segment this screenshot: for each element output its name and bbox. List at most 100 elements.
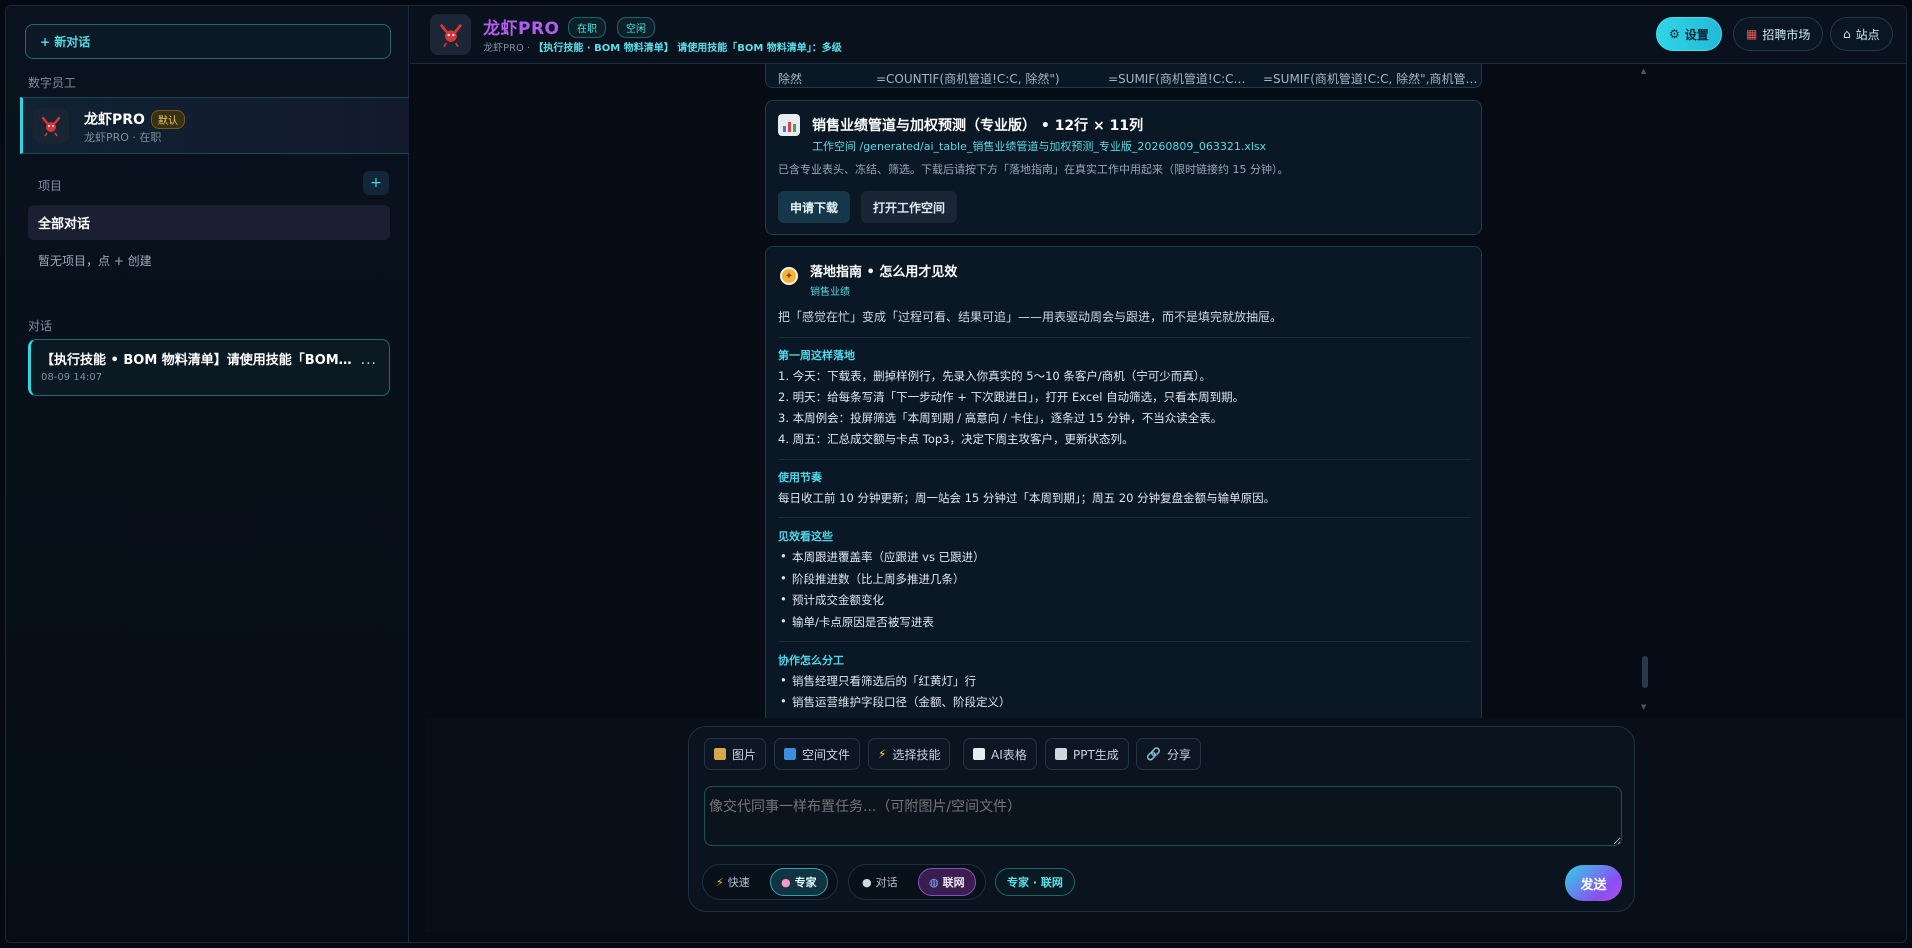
section-heading: 见效看这些 [778, 530, 833, 543]
agent-title: 龙虾PRO [483, 19, 560, 39]
mode-summary-chip: 专家 · 联网 [995, 868, 1075, 896]
request-download-button[interactable]: 申请下载 [778, 191, 851, 223]
bolt-icon: ⚡ [716, 875, 724, 889]
send-button[interactable]: 发送 [1565, 865, 1622, 901]
file-title: 销售业绩管道与加权预测（专业版） • 12行 × 11列 [812, 118, 1144, 134]
tool-label: 选择技能 [892, 747, 941, 762]
web-mode-option[interactable]: ◍ 联网 [918, 868, 976, 896]
employee-name: 龙虾PRO [84, 112, 145, 128]
expert-mode-option[interactable]: ● 专家 [770, 868, 828, 896]
home-icon: ⌂ [1843, 27, 1851, 41]
market-label: 招聘市场 [1762, 27, 1811, 42]
divider [778, 337, 1471, 338]
open-workspace-button[interactable]: 打开工作空间 [861, 191, 958, 223]
list-item: 1. 今天：下载表，删掉样例行，先录入你真实的 5～10 条客户/商机（宁可少而… [778, 369, 1212, 383]
tool-label: 图片 [732, 747, 757, 762]
projects-label: 项目 [38, 179, 63, 193]
rhythm-text: 每日收工前 10 分钟更新；周一站会 15 分钟过「本周到期」；周五 20 分钟… [778, 491, 1276, 505]
settings-label: 设置 [1684, 27, 1709, 42]
status-tag-employed: 在职 [568, 17, 606, 38]
divider [778, 517, 1471, 518]
list-item: 4. 周五：汇总成交额与卡点 Top3，决定下周主攻客户，更新状态列。 [778, 432, 1134, 446]
speed-toggle: ⚡ 快速 ● 专家 [702, 864, 838, 900]
list-item: 阶段推进数（比上周多推进几条） [780, 571, 964, 587]
mode-toggle: ● 对话 ◍ 联网 [848, 864, 986, 900]
image-icon [714, 748, 726, 760]
shop-icon: ▦ [1746, 27, 1758, 41]
fast-mode-option[interactable]: ⚡ 快速 [706, 868, 760, 896]
section-heading: 第一周这样落地 [778, 349, 855, 362]
chat-mode-option[interactable]: ● 对话 [852, 868, 908, 896]
empty-projects-text: 暂无项目，点 + 创建 [38, 254, 152, 268]
table-cell: =COUNTIF(商机管道!C:C, 除然") [876, 72, 1060, 86]
folder-icon [784, 748, 796, 760]
chat-header: 龙虾PRO 在职 空闲 龙虾PRO · 【执行技能 · BOM 物料清单】 请使… [410, 6, 1906, 64]
option-label: 联网 [942, 876, 965, 889]
employee-sub: 龙虾PRO · 在职 [84, 131, 162, 144]
status-tag-idle: 空闲 [617, 17, 655, 38]
divider [778, 459, 1471, 460]
table-cell: =SUMIF(商机管道!C:C… [1108, 72, 1246, 86]
guide-intro: 把「感觉在忙」变成「过程可看、结果可追」——用表驱动周会与跟进，而不是填完就放抽… [778, 310, 1283, 324]
ai-table-button[interactable]: AI表格 [963, 738, 1037, 770]
brain-icon: ● [781, 875, 791, 889]
all-chats-item[interactable]: 全部对话 [28, 205, 390, 240]
header-sub-prefix: 龙虾PRO · [483, 43, 531, 54]
new-chat-button[interactable]: + 新对话 [25, 24, 391, 59]
file-description: 已含专业表头、冻结、筛选。下载后请按下方「落地指南」在真实工作中用起来（限时链接… [778, 163, 1289, 176]
composer: 图片 空间文件 ⚡ 选择技能 AI表格 PPT生成 🔗 分享 ⚡ 快速 [688, 726, 1635, 912]
header-task: 【执行技能 · BOM 物料清单】 请使用技能「BOM 物料清单」：多级 [533, 43, 842, 54]
option-label: 专家 [794, 876, 817, 889]
space-files-button[interactable]: 空间文件 [774, 738, 861, 770]
chat-time: 08-09 14:07 [41, 372, 103, 383]
list-item: 销售经理只看筛选后的「红黄灯」行 [780, 673, 976, 689]
message-list: 除然 =COUNTIF(商机管道!C:C, 除然") =SUMIF(商机管道!C… [760, 64, 1487, 718]
default-badge: 默认 [151, 110, 185, 129]
scroll-up-icon[interactable]: ▲ [1641, 67, 1646, 75]
image-button[interactable]: 图片 [704, 738, 767, 770]
more-options-icon[interactable]: ··· [361, 356, 377, 372]
tool-label: 分享 [1166, 747, 1191, 762]
employees-label: 数字员工 [28, 76, 77, 90]
task-input[interactable] [704, 786, 1622, 846]
scroll-down-icon[interactable]: ▼ [1641, 703, 1646, 711]
site-label: 站点 [1855, 27, 1880, 42]
header-subtitle: 龙虾PRO · 【执行技能 · BOM 物料清单】 请使用技能「BOM 物料清单… [483, 39, 842, 54]
tool-label: 空间文件 [802, 747, 851, 762]
tool-label: AI表格 [991, 747, 1027, 762]
chat-icon: ● [862, 875, 872, 889]
doc-icon [1055, 748, 1067, 760]
scrollbar-thumb[interactable] [1642, 656, 1648, 688]
globe-icon: ◍ [929, 875, 939, 889]
chats-label: 对话 [28, 319, 53, 333]
list-item: 3. 本周例会：投屏筛选「本周到期 / 高意向 / 卡住」，逐条过 15 分钟，… [778, 411, 1223, 425]
list-item: 销售运营维护字段口径（金额、阶段定义） [780, 694, 1010, 710]
table-preview-card: 除然 =COUNTIF(商机管道!C:C, 除然") =SUMIF(商机管道!C… [765, 64, 1482, 88]
sidebar: + 新对话 数字员工 龙虾PRO 默认 龙虾PRO · 在职 项目 + 全部对话… [6, 6, 409, 942]
file-path-link[interactable]: 工作空间 /generated/ai_table_销售业绩管道与加权预测_专业版… [812, 138, 1266, 154]
site-button[interactable]: ⌂ 站点 [1830, 17, 1893, 51]
section-heading: 协作怎么分工 [778, 654, 844, 667]
chat-title: 【执行技能 • BOM 物料清单】请使用技能「BOM… [41, 353, 352, 368]
table-cell: 除然 [778, 72, 803, 86]
ppt-button[interactable]: PPT生成 [1045, 738, 1129, 770]
link-icon: 🔗 [1146, 747, 1161, 761]
guide-tag: 销售业绩 [810, 287, 850, 298]
chat-list-item[interactable]: 【执行技能 • BOM 物料清单】请使用技能「BOM… 08-09 14:07 … [28, 339, 390, 396]
select-skill-button[interactable]: ⚡ 选择技能 [868, 738, 951, 770]
list-item: 本周跟进覆盖率（应跟进 vs 已跟进） [780, 549, 985, 565]
table-cell: =SUMIF(商机管道!C:C, 除然",商机管… [1263, 72, 1478, 86]
add-project-button[interactable]: + [363, 171, 389, 195]
section-heading: 使用节奏 [778, 471, 822, 484]
bolt-icon: ⚡ [878, 747, 887, 761]
list-item: 预计成交金额变化 [780, 592, 884, 608]
employee-card[interactable]: 龙虾PRO 默认 龙虾PRO · 在职 [20, 97, 409, 154]
file-card: 销售业绩管道与加权预测（专业版） • 12行 × 11列 工作空间 /gener… [765, 100, 1482, 235]
market-button[interactable]: ▦ 招聘市场 [1733, 17, 1824, 51]
app-window: + 新对话 数字员工 龙虾PRO 默认 龙虾PRO · 在职 项目 + 全部对话… [5, 5, 1907, 943]
lobster-avatar-icon [430, 14, 471, 55]
settings-button[interactable]: ⚙ 设置 [1656, 17, 1722, 51]
list-item: 2. 明天：给每条写清「下一步动作 + 下次跟进日」，打开 Excel 自动筛选… [778, 390, 1245, 404]
option-label: 对话 [875, 876, 898, 889]
share-button[interactable]: 🔗 分享 [1136, 738, 1201, 770]
